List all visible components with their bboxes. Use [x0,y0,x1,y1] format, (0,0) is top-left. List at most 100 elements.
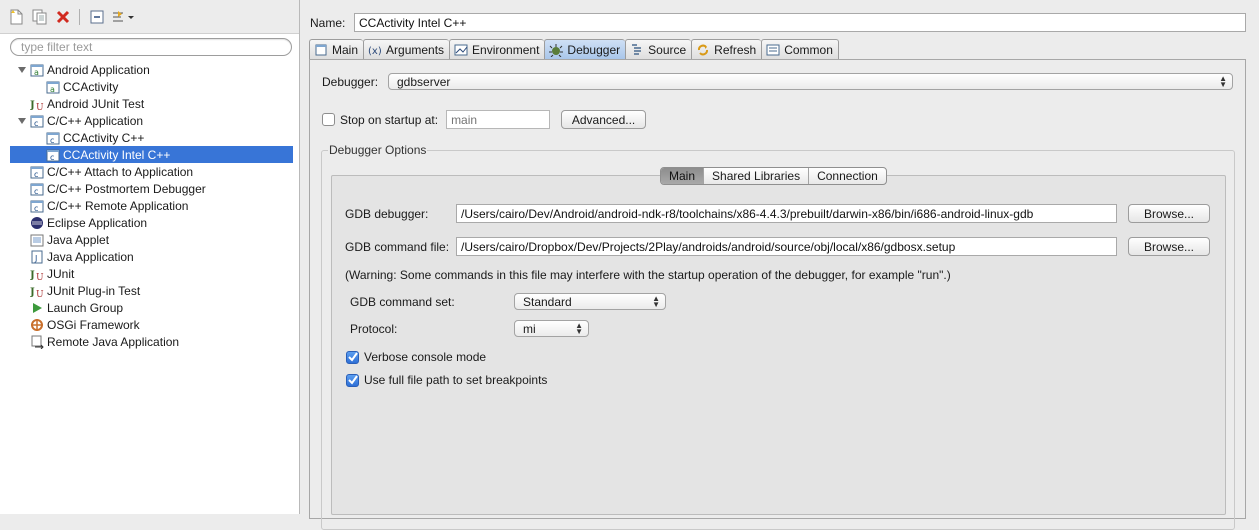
tree-item[interactable]: Launch Group [10,299,293,316]
name-label: Name: [310,15,346,30]
tree-item[interactable]: J U JUnit [10,265,293,282]
command-file-warning: (Warning: Some commands in this file may… [345,268,951,282]
command-set-select[interactable]: Standard ▲ ▼ [514,293,666,310]
tab-main[interactable]: Main [309,39,364,59]
gdb-debugger-row: GDB debugger: Browse... [345,204,1210,223]
tree-item[interactable]: c C/C++ Remote Application [10,197,293,214]
stop-on-startup-checkbox[interactable] [322,113,335,126]
tree-item[interactable]: c C/C++ Postmortem Debugger [10,180,293,197]
full-path-checkbox[interactable] [346,373,359,387]
tree-item-label: C/C++ Remote Application [47,198,189,213]
junit-icon: JU [30,284,44,298]
new-launch-config-icon[interactable] [8,8,25,25]
tree-item-label: C/C++ Postmortem Debugger [47,181,206,196]
debugger-subtabs: Main Shared Libraries Connection [660,167,887,185]
tab-label: Debugger [567,42,621,57]
svg-text:U: U [36,290,44,298]
filter-input[interactable] [10,38,292,56]
debugger-tab-content: Debugger: gdbserver ▲ ▼ Stop on startup a… [309,59,1246,530]
tab-refresh[interactable]: Refresh [691,39,762,59]
tab-label: Arguments [386,42,445,57]
tree-item[interactable]: J U JUnit Plug-in Test [10,282,293,299]
gdb-debugger-input[interactable] [456,204,1117,223]
tree-item[interactable]: Eclipse Application [10,214,293,231]
tree-item[interactable]: J Java Application [10,248,293,265]
svg-text:c: c [34,170,38,179]
debugger-select[interactable]: gdbserver ▲ ▼ [388,73,1233,90]
gdb-command-file-browse-button[interactable]: Browse... [1128,237,1210,256]
tree-item-label: Android JUnit Test [47,96,145,111]
tree-item-label: Android Application [47,62,150,77]
gdb-debugger-label: GDB debugger: [345,206,429,221]
tree-item-label: Launch Group [47,300,124,315]
tree-item-label: CCActivity C++ [63,130,145,145]
protocol-select[interactable]: mi ▲ ▼ [514,320,589,337]
advanced-button[interactable]: Advanced... [561,110,647,129]
debugger-label: Debugger: [322,74,379,89]
eclipse-icon [30,216,44,230]
debugger-row: Debugger: gdbserver ▲ ▼ [322,73,1233,90]
tree-item[interactable]: OSGi Framework [10,316,293,333]
checkmark-icon [347,375,358,385]
cpp-app-icon: c [30,165,44,179]
name-input[interactable] [354,13,1246,32]
debugger-options-group: Debugger Options Main Shared Libraries Con… [321,143,1235,530]
remote-java-icon [30,335,44,349]
common-icon [766,43,780,57]
cpp-app-icon: c [46,148,60,162]
tab-debugger[interactable]: Debugger [544,39,626,59]
subtab-connection[interactable]: Connection [808,168,886,184]
java-applet-icon [30,233,44,247]
config-tabs: Main (x)= Arguments Environment Debugger Sour… [309,39,839,59]
subtab-shared-libraries[interactable]: Shared Libraries [703,168,808,184]
tab-common[interactable]: Common [761,39,839,59]
java-app-icon: J [30,250,44,264]
stop-symbol-input[interactable] [446,110,551,129]
tab-label: Source [648,42,687,57]
stop-on-startup-label: Stop on startup at: [340,112,439,127]
android-app-icon: a [46,80,60,94]
tree-item-label: C/C++ Attach to Application [47,164,194,179]
svg-text:c: c [34,119,38,128]
tab-source[interactable]: Source [625,39,692,59]
tree-item-label: OSGi Framework [47,317,140,332]
android-app-icon: a [30,63,44,77]
osgi-icon [30,318,44,332]
select-arrows-icon: ▲ ▼ [575,320,583,336]
expanded-triangle-icon[interactable] [16,115,28,127]
tree-item[interactable]: a Android Application [10,61,293,78]
verbose-checkbox[interactable] [346,350,359,364]
tree-item[interactable]: c C/C++ Application [10,112,293,129]
expanded-triangle-icon[interactable] [16,64,28,76]
svg-text:c: c [34,187,38,196]
tab-environment[interactable]: Environment [449,39,545,59]
delete-icon[interactable] [54,8,71,25]
tree-item[interactable]: a CCActivity [10,78,293,95]
debugger-options-panel: Main Shared Libraries Connection GDB debug… [331,167,1226,515]
tab-label: Refresh [714,42,757,57]
checkmark-icon [347,352,358,362]
launch-config-navigator: aAndroid ApplicationaCCActivityJUAndroid… [0,0,300,514]
cpp-app-icon: c [30,114,44,128]
tree-item[interactable]: c C/C++ Attach to Application [10,163,293,180]
tree-item[interactable]: c CCActivity C++ [10,129,293,146]
tab-arguments[interactable]: (x)= Arguments [363,39,450,59]
filter-icon[interactable] [111,8,135,25]
gdb-command-file-input[interactable] [456,237,1117,256]
full-path-row: Use full file path to set breakpoints [346,373,547,387]
select-arrows-icon: ▲ ▼ [652,293,660,309]
duplicate-icon[interactable] [31,8,48,25]
debugger-icon [549,43,564,57]
collapse-all-icon[interactable] [88,8,105,25]
main-tab-icon [314,43,328,57]
tab-label: Common [784,42,833,57]
gdb-debugger-browse-button[interactable]: Browse... [1128,204,1210,223]
subtab-main[interactable]: Main [661,168,704,184]
filter-container [0,34,299,60]
tree-item[interactable]: Java Applet [10,231,293,248]
gdb-command-file-label: GDB command file: [345,239,450,254]
tree-item[interactable]: Remote Java Application [10,333,293,350]
tree-item[interactable]: c CCActivity Intel C++ [10,146,293,163]
tree-item-label: C/C++ Application [47,113,144,128]
tree-item[interactable]: J U Android JUnit Test [10,95,293,112]
